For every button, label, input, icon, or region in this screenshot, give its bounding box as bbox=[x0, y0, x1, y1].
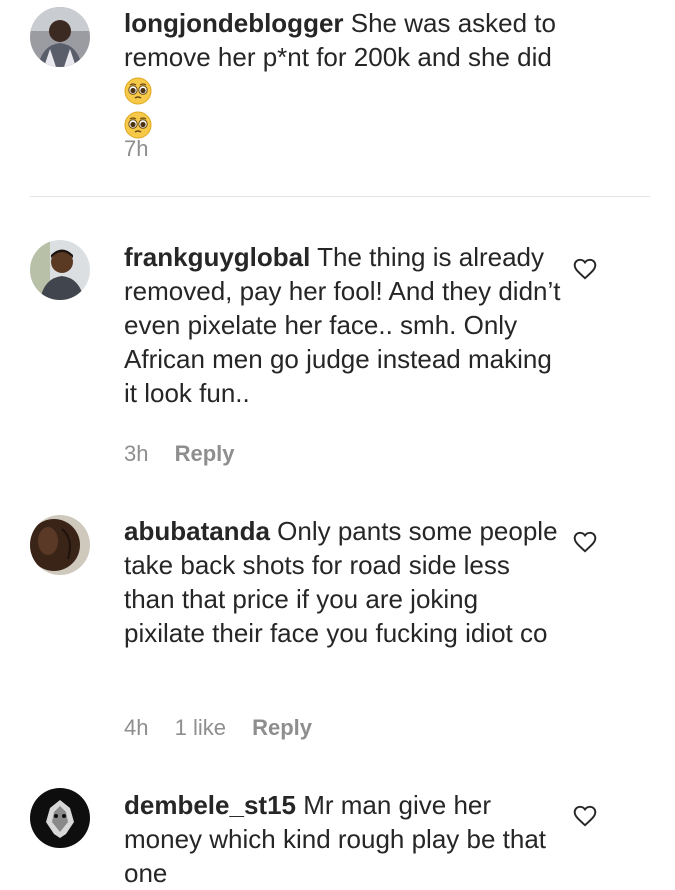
comment-body: dembele_st15 Mr man give her money which… bbox=[124, 788, 564, 890]
avatar[interactable] bbox=[30, 515, 90, 575]
comment-username[interactable]: abubatanda bbox=[124, 516, 270, 546]
comment-username[interactable]: longjondeblogger bbox=[124, 8, 344, 38]
avatar-image bbox=[30, 788, 90, 848]
comment-meta: 4h 1 like Reply bbox=[124, 715, 332, 741]
comment-username[interactable]: dembele_st15 bbox=[124, 790, 296, 820]
comment-meta: 7h bbox=[124, 136, 168, 162]
reply-button[interactable]: Reply bbox=[252, 715, 312, 740]
comment-body: longjondeblogger She was asked to remove… bbox=[124, 6, 564, 142]
avatar-image bbox=[30, 240, 90, 300]
comment-meta: 3h Reply bbox=[124, 441, 255, 467]
like-heart-icon[interactable] bbox=[572, 256, 598, 282]
pleading-face-icon bbox=[124, 77, 152, 105]
comment-body: frankguyglobal The thing is already remo… bbox=[124, 240, 564, 410]
comment-time: 7h bbox=[124, 136, 149, 161]
avatar[interactable] bbox=[30, 7, 90, 67]
avatar-image bbox=[30, 7, 90, 67]
like-heart-icon[interactable] bbox=[572, 529, 598, 555]
reply-button[interactable]: Reply bbox=[175, 441, 235, 466]
comment-time: 3h bbox=[124, 441, 149, 466]
avatar[interactable] bbox=[30, 788, 90, 848]
like-count[interactable]: 1 like bbox=[175, 715, 226, 740]
like-heart-icon[interactable] bbox=[572, 803, 598, 829]
comment-username[interactable]: frankguyglobal bbox=[124, 242, 310, 272]
comment-time: 4h bbox=[124, 715, 149, 740]
comment-body: abubatanda Only pants some people take b… bbox=[124, 514, 564, 650]
pleading-face-icon bbox=[124, 111, 152, 139]
avatar-image bbox=[30, 515, 90, 575]
divider bbox=[30, 196, 650, 197]
avatar[interactable] bbox=[30, 240, 90, 300]
